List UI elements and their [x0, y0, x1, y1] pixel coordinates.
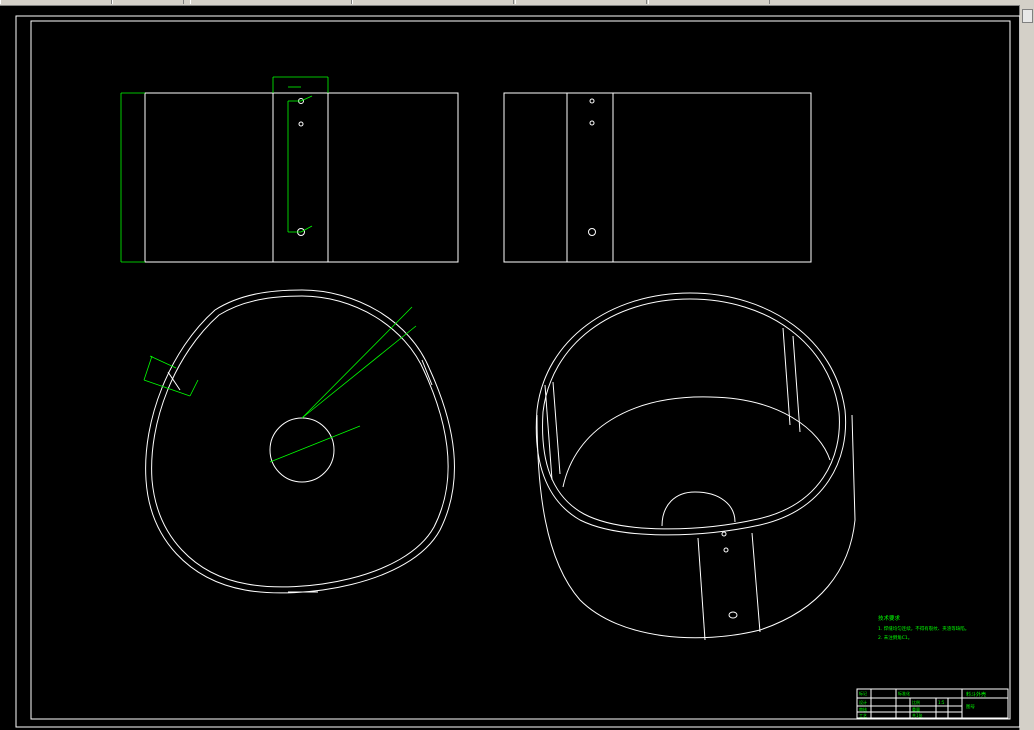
side-view[interactable] — [503, 92, 812, 263]
isometric-view[interactable] — [535, 292, 856, 641]
top-view[interactable] — [143, 289, 455, 594]
iso-bracket-right-2 — [792, 335, 801, 433]
tb-label-6: 比例 — [912, 699, 920, 705]
inner-border — [30, 20, 1011, 720]
center-opening — [269, 417, 335, 483]
title-block[interactable]: 标记 设计 审核 工艺 标准化 比例 重量 共1张 1:5 料斗外壳 图号 — [856, 688, 1009, 719]
cad-drawing-canvas[interactable]: 技术要求 1. 焊缝均匀连续，不得有裂纹、夹渣等缺陷。 2. 未注倒角C1。 标… — [0, 0, 1020, 730]
tb-scale: 1:5 — [938, 700, 945, 705]
front-view[interactable] — [120, 76, 459, 263]
tb-label-1: 标记 — [859, 690, 867, 696]
tb-label-4: 工艺 — [859, 713, 867, 718]
iso-hole-3 — [728, 611, 738, 619]
scrollbar-thumb[interactable] — [1022, 9, 1033, 23]
iso-hole-2 — [723, 547, 729, 553]
width-dim — [143, 379, 191, 397]
outer-shell — [145, 289, 455, 594]
outer-wall — [536, 414, 856, 639]
side-hole-2 — [589, 120, 595, 126]
iso-strip-right — [751, 532, 761, 633]
inner-shell — [151, 295, 449, 588]
iso-bracket-right-1 — [782, 327, 791, 426]
top-rim-inner — [542, 298, 840, 530]
top-rim-outer — [535, 292, 847, 536]
tb-label-3: 审核 — [859, 706, 867, 712]
front-outline — [144, 92, 459, 263]
iso-bracket-left-1 — [544, 384, 553, 481]
inner-opening — [661, 491, 736, 527]
side-outline — [503, 92, 812, 263]
width-ext-1 — [143, 355, 153, 381]
technical-notes: 技术要求 1. 焊缝均匀连续，不得有裂纹、夹渣等缺陷。 2. 未注倒角C1。 — [878, 614, 969, 641]
diameter-leader — [269, 425, 361, 463]
hole-2 — [298, 121, 304, 127]
side-hole-3 — [588, 228, 596, 236]
radius-leader-2 — [301, 325, 417, 419]
inner-floor-edge — [562, 396, 831, 488]
notes-title: 技术要求 — [878, 614, 901, 622]
tb-label-7: 重量 — [912, 706, 920, 712]
tb-label-5: 标准化 — [898, 690, 910, 696]
iso-strip-left — [697, 537, 706, 641]
outer-frame — [15, 15, 1020, 728]
notes-line-1: 1. 焊缝均匀连续，不得有裂纹、夹渣等缺陷。 — [878, 625, 969, 632]
width-ext-2 — [189, 379, 199, 397]
iso-bracket-left-2 — [552, 381, 561, 475]
tb-label-2: 设计 — [859, 699, 867, 705]
radius-leader-1 — [301, 306, 413, 419]
vertical-scrollbar[interactable] — [1019, 5, 1034, 730]
tb-title: 料斗外壳 — [966, 691, 986, 698]
tb-label-8: 共1张 — [912, 712, 923, 718]
tb-drawing-no: 图号 — [966, 704, 975, 710]
notes-line-2: 2. 未注倒角C1。 — [878, 634, 912, 641]
iso-hole-1 — [721, 531, 727, 537]
side-hole-1 — [589, 98, 595, 104]
width-ext-3 — [149, 355, 177, 369]
